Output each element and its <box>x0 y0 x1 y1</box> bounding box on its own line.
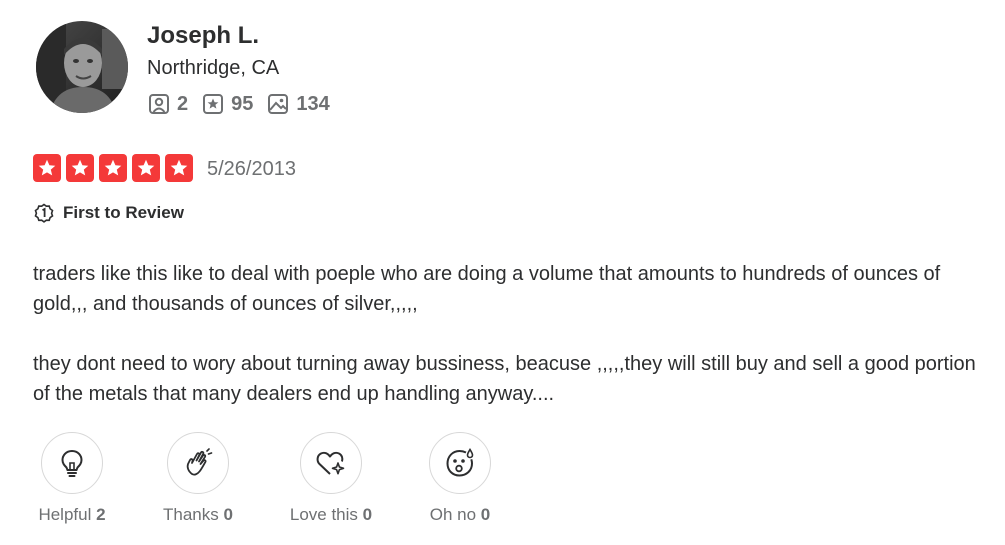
love-this-label: Love this 0 <box>283 505 379 525</box>
star-icon <box>33 154 61 182</box>
friends-stat: 2 <box>148 93 188 116</box>
helpful-button[interactable]: Helpful 2 <box>34 430 110 525</box>
oh-no-text: Oh no <box>429 505 477 524</box>
user-location: Northridge, CA <box>147 57 280 79</box>
first-to-review-badge: First to Review <box>34 203 184 223</box>
helpful-label: Helpful 2 <box>34 505 110 525</box>
star-icon <box>165 154 193 182</box>
oh-no-button[interactable]: Oh no 0 <box>422 430 498 525</box>
oh-no-label: Oh no 0 <box>422 505 498 525</box>
friends-icon <box>149 94 169 114</box>
review-text: traders like this like to deal with poep… <box>33 259 998 439</box>
friends-count: 2 <box>177 92 189 115</box>
photos-stat: 134 <box>267 92 330 116</box>
reviews-count: 95 <box>231 92 254 115</box>
reviews-stat: 95 <box>202 93 253 116</box>
thanks-button[interactable]: Thanks 0 <box>158 430 238 525</box>
oh-no-circle[interactable] <box>429 432 491 494</box>
love-this-circle[interactable] <box>300 432 362 494</box>
review-paragraph: they dont need to wory about turning awa… <box>33 353 976 405</box>
first-review-icon <box>34 203 54 223</box>
star-icon <box>132 154 160 182</box>
star-icon <box>66 154 94 182</box>
heart-sparkle-icon <box>316 451 345 475</box>
user-stats: 2 95 134 <box>148 91 344 117</box>
waving-hand-icon <box>186 448 213 476</box>
review-card: Joseph L. Northridge, CA 2 95 134 5/26/2… <box>0 0 1005 545</box>
review-date: 5/26/2013 <box>207 158 296 180</box>
star-icon <box>99 154 127 182</box>
love-this-button[interactable]: Love this 0 <box>283 430 379 525</box>
lightbulb-icon <box>61 449 83 477</box>
love-this-count: 0 <box>362 505 373 524</box>
photos-count: 134 <box>296 92 330 115</box>
star-rating <box>33 154 198 182</box>
helpful-text: Helpful <box>38 505 92 524</box>
user-avatar[interactable] <box>36 21 128 113</box>
review-paragraph: traders like this like to deal with poep… <box>33 263 941 315</box>
helpful-count: 2 <box>96 505 106 524</box>
surprised-face-icon <box>446 447 474 477</box>
thanks-circle[interactable] <box>167 432 229 494</box>
thanks-count: 0 <box>223 505 233 524</box>
thanks-text: Thanks <box>163 505 219 524</box>
thanks-label: Thanks 0 <box>158 505 238 525</box>
oh-no-count: 0 <box>480 505 491 524</box>
review-star-icon <box>203 94 224 114</box>
helpful-circle[interactable] <box>41 432 103 494</box>
photo-icon <box>268 94 289 114</box>
badge-label: First to Review <box>63 203 184 222</box>
user-name[interactable]: Joseph L. <box>147 21 259 51</box>
love-this-text: Love this <box>289 505 358 524</box>
